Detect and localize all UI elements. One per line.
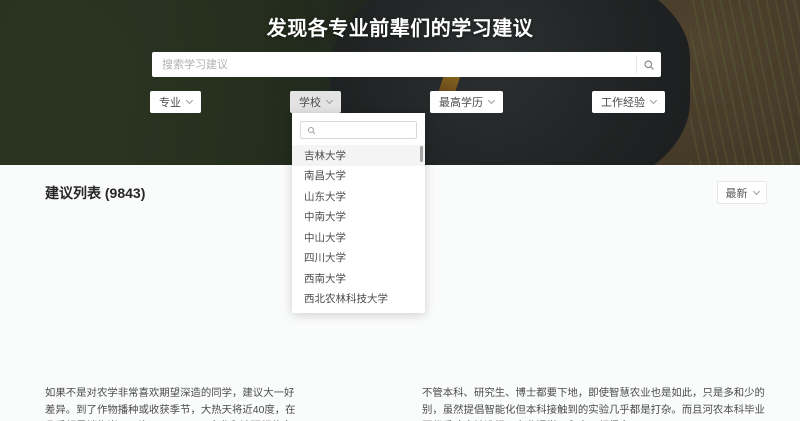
filter-degree-label: 最高学历 bbox=[439, 97, 483, 109]
list-title: 建议列表 (9843) bbox=[45, 185, 146, 201]
school-search-input[interactable] bbox=[320, 124, 410, 136]
school-dropdown-panel: 吉林大学 南昌大学 山东大学 中南大学 中山大学 四川大学 西南大学 西北农林科… bbox=[292, 113, 425, 313]
chevron-down-icon bbox=[752, 187, 760, 195]
school-option-list: 吉林大学 南昌大学 山东大学 中南大学 中山大学 四川大学 西南大学 西北农林科… bbox=[292, 145, 425, 309]
chevron-down-icon bbox=[185, 96, 194, 105]
page: 发现各专业前辈们的学习建议 专业 学校 最高学历 bbox=[0, 0, 800, 421]
sort-label: 最新 bbox=[725, 187, 748, 200]
filter-experience-button[interactable]: 工作经验 bbox=[592, 91, 665, 113]
school-option[interactable]: 南昌大学 bbox=[292, 166, 425, 187]
advice-text-line: 差异。到了作物播种或收获季节，大热天将近40度，在 别，虽然提倡智能化但本科接触… bbox=[45, 404, 765, 416]
filter-experience-label: 工作经验 bbox=[601, 97, 645, 109]
advice-text: 如果不是对农学非常喜欢期望深造的同学，建议大一好 不管本科、研究生、博士都要下地… bbox=[45, 386, 765, 421]
school-option[interactable]: 四川大学 bbox=[292, 248, 425, 269]
school-search-box bbox=[300, 121, 417, 139]
school-option[interactable]: 西北农林科技大学 bbox=[292, 289, 425, 310]
advice-text-line: 如果不是对农学非常喜欢期望深造的同学，建议大一好 不管本科、研究生、博士都要下地… bbox=[45, 388, 765, 399]
filter-row: 专业 学校 最高学历 工作经验 bbox=[150, 91, 665, 113]
filter-school-label: 学校 bbox=[299, 97, 321, 109]
search-icon bbox=[308, 126, 316, 134]
page-title: 发现各专业前辈们的学习建议 bbox=[266, 18, 534, 40]
search-icon bbox=[644, 59, 654, 70]
school-option[interactable]: 山东大学 bbox=[292, 186, 425, 207]
sort-dropdown[interactable]: 最新 bbox=[717, 181, 767, 204]
filter-degree-button[interactable]: 最高学历 bbox=[430, 91, 503, 113]
search-bar bbox=[152, 52, 661, 77]
chevron-down-icon bbox=[649, 96, 658, 105]
filter-school-button[interactable]: 学校 bbox=[290, 91, 341, 113]
school-option[interactable]: 中南大学 bbox=[292, 207, 425, 228]
search-button[interactable] bbox=[637, 52, 661, 77]
school-option[interactable]: 吉林大学 bbox=[292, 145, 425, 166]
chevron-down-icon bbox=[325, 96, 334, 105]
search-input[interactable] bbox=[152, 52, 636, 77]
scrollbar-thumb[interactable] bbox=[420, 146, 423, 162]
chevron-down-icon bbox=[487, 96, 496, 105]
school-option[interactable]: 西南大学 bbox=[292, 268, 425, 289]
filter-major-label: 专业 bbox=[159, 97, 181, 109]
filter-major-button[interactable]: 专业 bbox=[150, 91, 201, 113]
school-option[interactable]: 中山大学 bbox=[292, 227, 425, 248]
